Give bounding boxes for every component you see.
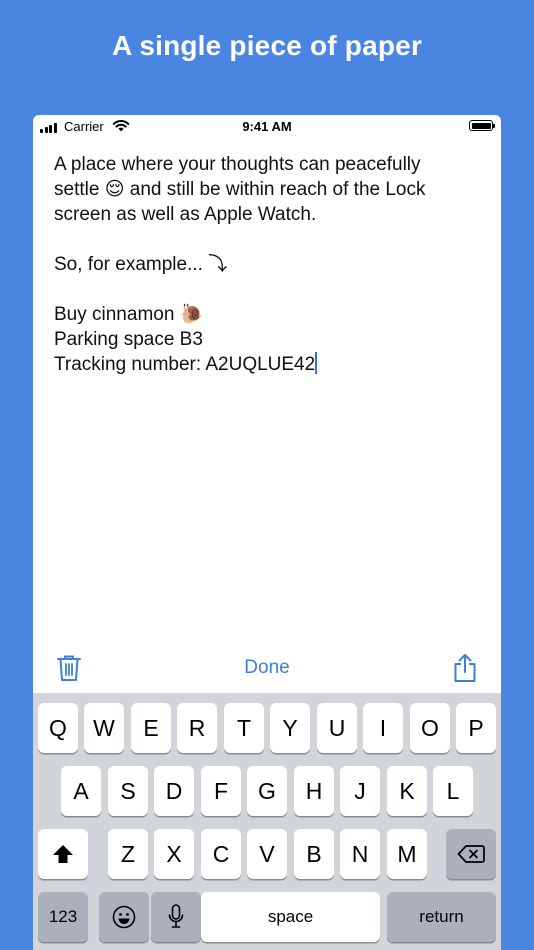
numbers-key[interactable]: 123 (38, 892, 88, 942)
key-x[interactable]: X (154, 829, 194, 879)
status-bar: Carrier 9:41 AM (33, 115, 501, 139)
key-t[interactable]: T (224, 703, 264, 753)
key-n[interactable]: N (340, 829, 380, 879)
backspace-icon (457, 845, 485, 863)
key-d[interactable]: D (154, 766, 194, 816)
key-j[interactable]: J (340, 766, 380, 816)
battery-icon (469, 120, 495, 131)
return-key[interactable]: return (387, 892, 496, 942)
text-cursor (315, 352, 318, 374)
key-w[interactable]: W (84, 703, 124, 753)
key-h[interactable]: H (294, 766, 334, 816)
key-z[interactable]: Z (108, 829, 148, 879)
keyboard: Q W E R T Y U I O P A S D F G H J K L Z … (33, 693, 501, 950)
done-button[interactable]: Done (33, 657, 501, 679)
key-f[interactable]: F (201, 766, 241, 816)
shift-key[interactable] (38, 829, 88, 879)
shift-icon (53, 845, 73, 863)
key-q[interactable]: Q (38, 703, 78, 753)
key-g[interactable]: G (247, 766, 287, 816)
phone-screen: Carrier 9:41 AM A place where your thoug… (33, 115, 501, 950)
key-u[interactable]: U (317, 703, 357, 753)
status-time: 9:41 AM (242, 119, 292, 134)
key-o[interactable]: O (410, 703, 450, 753)
key-l[interactable]: L (433, 766, 473, 816)
note-line: A place where your thoughts can peaceful… (54, 154, 421, 175)
key-v[interactable]: V (247, 829, 287, 879)
key-y[interactable]: Y (270, 703, 310, 753)
editor-toolbar: Done (33, 647, 501, 691)
note-line (54, 277, 484, 302)
note-line: So, for example... ⤵ (54, 254, 228, 275)
emoji-key[interactable] (99, 892, 149, 942)
note-line: screen as well as Apple Watch. (54, 204, 317, 225)
note-line: Parking space B3 (54, 329, 203, 350)
key-a[interactable]: A (61, 766, 101, 816)
microphone-icon (168, 904, 184, 928)
space-key[interactable]: space (201, 892, 380, 942)
key-b[interactable]: B (294, 829, 334, 879)
note-line (54, 227, 484, 252)
key-p[interactable]: P (456, 703, 496, 753)
note-line: settle 😌 and still be within reach of th… (54, 179, 426, 200)
note-line: Buy cinnamon 🐌 (54, 304, 204, 325)
note-text-area[interactable]: A place where your thoughts can peaceful… (54, 152, 484, 377)
key-r[interactable]: R (177, 703, 217, 753)
note-line: Tracking number: A2UQLUE42 (54, 354, 316, 375)
delete-key[interactable] (446, 829, 496, 879)
key-k[interactable]: K (387, 766, 427, 816)
key-s[interactable]: S (108, 766, 148, 816)
key-i[interactable]: I (363, 703, 403, 753)
key-m[interactable]: M (387, 829, 427, 879)
key-e[interactable]: E (131, 703, 171, 753)
dictation-key[interactable] (151, 892, 201, 942)
key-c[interactable]: C (201, 829, 241, 879)
note-line-last: Tracking number: A2UQLUE42 (54, 352, 484, 377)
headline: A single piece of paper (111, 30, 423, 61)
emoji-icon (112, 905, 136, 929)
share-icon[interactable] (451, 653, 479, 683)
